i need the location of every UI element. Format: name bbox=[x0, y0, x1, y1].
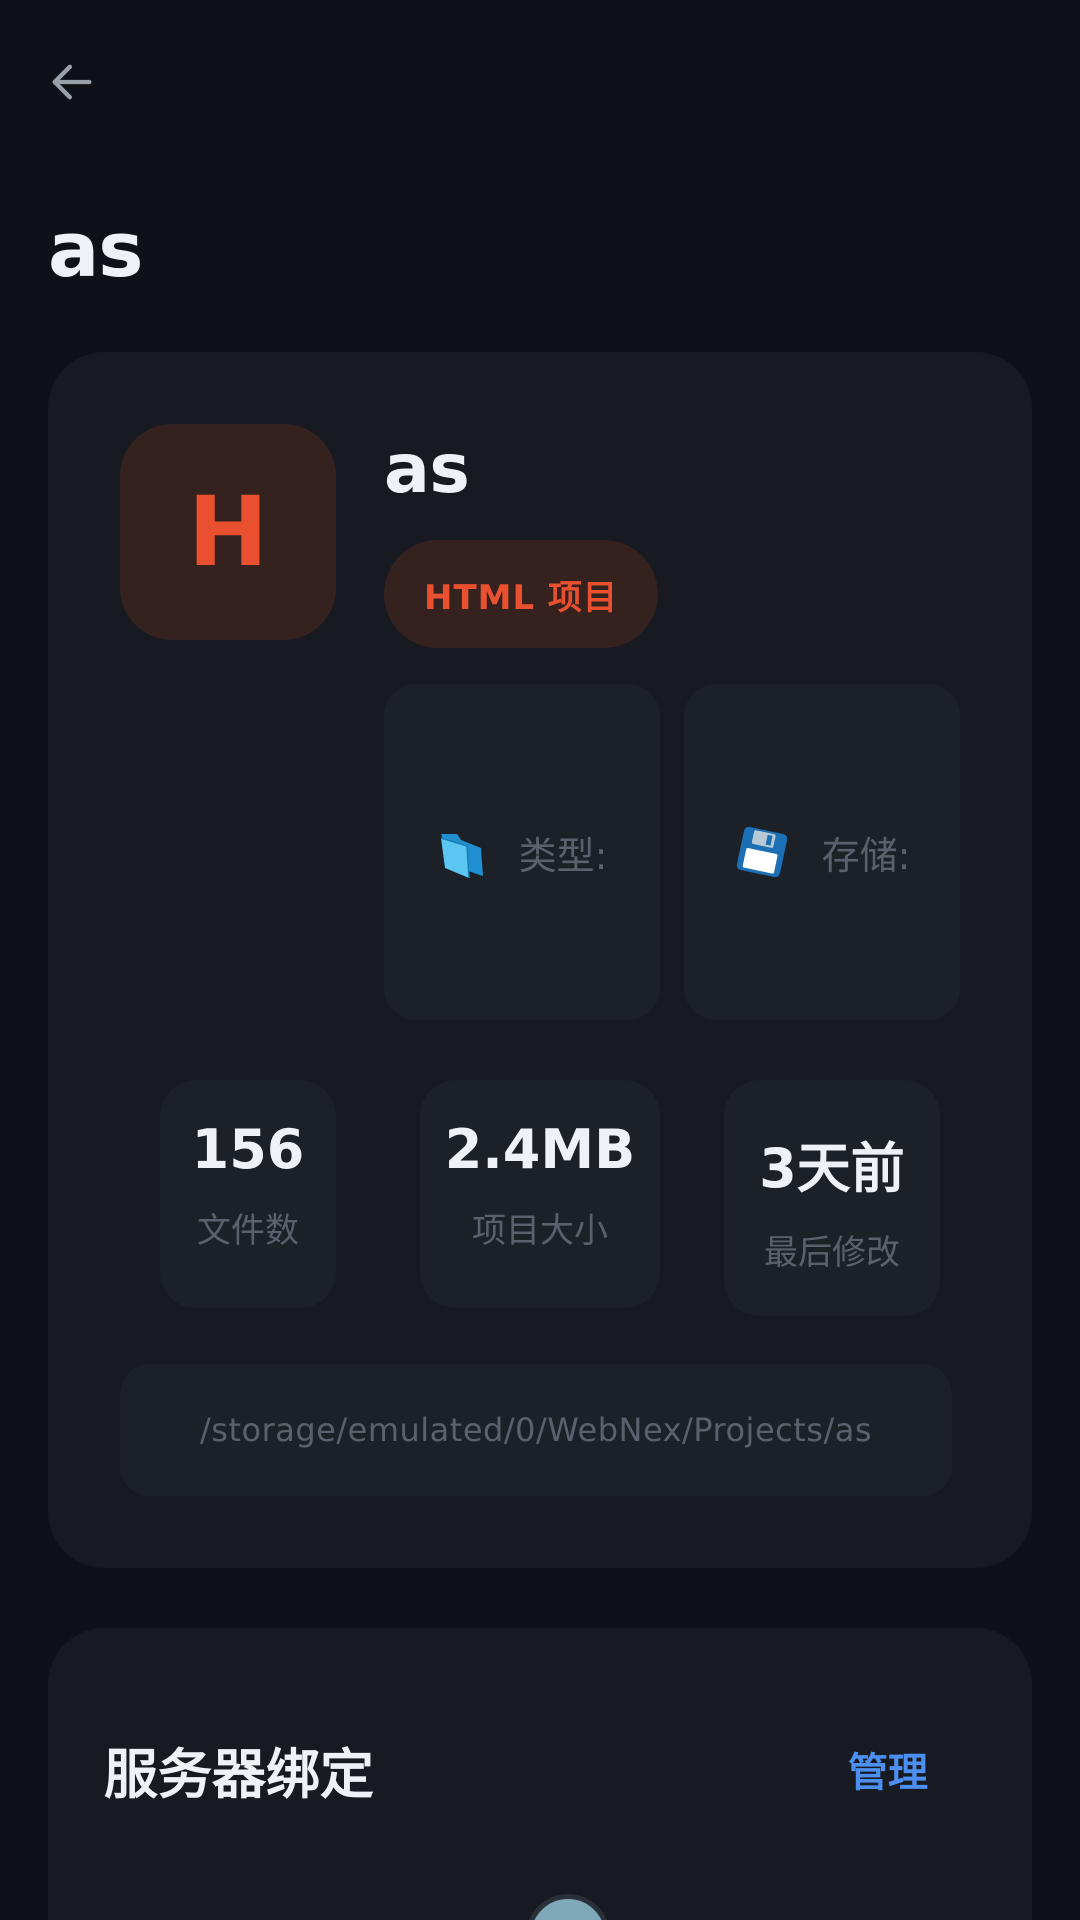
file-count-stat: 156 文件数 bbox=[160, 1080, 336, 1308]
project-size-stat: 2.4MB 项目大小 bbox=[420, 1080, 660, 1308]
file-count-label: 文件数 bbox=[197, 1211, 299, 1251]
project-size-value: 2.4MB bbox=[444, 1118, 636, 1181]
server-binding-card: 服务器绑定 管理 bbox=[48, 1628, 1032, 1920]
last-modified-stat: 3天前 最后修改 bbox=[724, 1080, 940, 1316]
folder-icon bbox=[440, 834, 483, 879]
project-path: /storage/emulated/0/WebNex/Projects/as bbox=[120, 1364, 952, 1496]
project-size-label: 项目大小 bbox=[472, 1211, 608, 1251]
server-placeholder-icon bbox=[526, 1894, 610, 1920]
server-binding-title: 服务器绑定 bbox=[104, 1743, 374, 1806]
project-name: as bbox=[384, 430, 470, 509]
storage-label: 存储: bbox=[821, 833, 911, 878]
type-info-box: 类型: bbox=[384, 684, 660, 1020]
page-title: as bbox=[48, 205, 144, 294]
project-info-card: H as HTML 项目 类型: 存储: 156 文件数 2.4MB 项目大小 … bbox=[48, 352, 1032, 1568]
storage-info-box: 存储: bbox=[684, 684, 960, 1020]
last-modified-value: 3天前 bbox=[759, 1137, 905, 1200]
back-button[interactable] bbox=[40, 50, 104, 114]
project-type-badge: HTML 项目 bbox=[384, 540, 658, 648]
project-avatar: H bbox=[120, 424, 336, 640]
arrow-left-icon bbox=[52, 64, 92, 100]
type-label: 类型: bbox=[518, 833, 608, 878]
last-modified-label: 最后修改 bbox=[764, 1233, 900, 1273]
project-detail-screen: as H as HTML 项目 类型: 存储: 156 文件数 2.4MB 项目… bbox=[0, 0, 1080, 1920]
file-count-value: 156 bbox=[191, 1118, 305, 1181]
floppy-disk-icon bbox=[736, 826, 787, 878]
manage-button[interactable]: 管理 bbox=[848, 1740, 928, 1798]
